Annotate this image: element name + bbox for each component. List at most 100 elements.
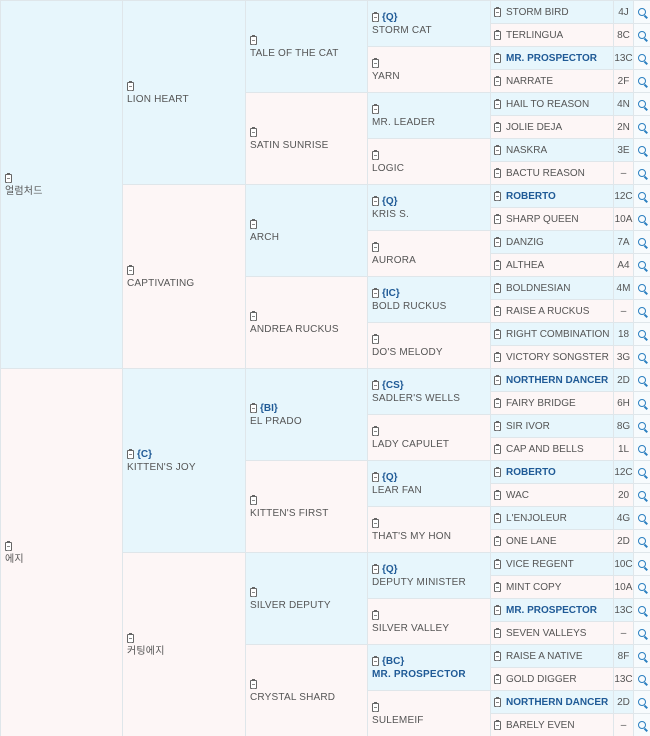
pedigree-gen3-horse[interactable]: {BI} EL PRADO — [245, 368, 367, 460]
horse-name[interactable]: SIR IVOR — [506, 421, 550, 432]
pedigree-gen1-horse[interactable]: 얼럼처드 — [0, 0, 122, 368]
pedigree-gen5-horse[interactable]: L'ENJOLEUR — [490, 506, 613, 529]
clipboard-icon[interactable] — [372, 103, 379, 114]
horse-name[interactable]: ARCH — [250, 231, 367, 244]
pedigree-gen4-horse[interactable]: SULEMEIF — [367, 690, 490, 736]
search-button[interactable] — [633, 207, 650, 230]
clipboard-icon[interactable] — [494, 627, 501, 638]
pedigree-gen2-horse[interactable]: LION HEART — [122, 0, 245, 184]
horse-name[interactable]: LADY CAPULET — [372, 438, 490, 451]
clipboard-icon[interactable] — [372, 195, 379, 206]
search-button[interactable] — [633, 506, 650, 529]
clipboard-icon[interactable] — [250, 310, 257, 321]
pedigree-gen3-horse[interactable]: ANDREA RUCKUS — [245, 276, 367, 368]
clipboard-icon[interactable] — [494, 466, 501, 477]
pedigree-gen5-horse[interactable]: BOLDNESIAN — [490, 276, 613, 299]
horse-name[interactable]: SILVER DEPUTY — [250, 599, 367, 612]
search-button[interactable] — [633, 391, 650, 414]
pedigree-gen5-horse[interactable]: VICE REGENT — [490, 552, 613, 575]
clipboard-icon[interactable] — [494, 535, 501, 546]
search-button[interactable] — [633, 667, 650, 690]
pedigree-gen5-horse[interactable]: BACTU REASON — [490, 161, 613, 184]
horse-name[interactable]: KITTEN'S FIRST — [250, 507, 367, 520]
search-button[interactable] — [633, 253, 650, 276]
pedigree-gen5-horse[interactable]: SIR IVOR — [490, 414, 613, 437]
pedigree-gen5-horse[interactable]: MR. PROSPECTOR — [490, 46, 613, 69]
clipboard-icon[interactable] — [494, 696, 501, 707]
clipboard-icon[interactable] — [494, 650, 501, 661]
clipboard-icon[interactable] — [250, 678, 257, 689]
pedigree-gen5-horse[interactable]: GOLD DIGGER — [490, 667, 613, 690]
clipboard-icon[interactable] — [494, 282, 501, 293]
pedigree-gen4-horse[interactable]: AURORA — [367, 230, 490, 276]
clipboard-icon[interactable] — [5, 172, 12, 183]
clipboard-icon[interactable] — [5, 540, 12, 551]
pedigree-gen4-horse[interactable]: {Q} KRIS S. — [367, 184, 490, 230]
horse-name[interactable]: ROBERTO — [506, 467, 556, 478]
horse-name[interactable]: SATIN SUNRISE — [250, 139, 367, 152]
pedigree-gen3-horse[interactable]: TALE OF THE CAT — [245, 0, 367, 92]
pedigree-gen4-horse[interactable]: {BC} MR. PROSPECTOR — [367, 644, 490, 690]
horse-name[interactable]: LION HEART — [127, 93, 245, 106]
pedigree-gen5-horse[interactable]: RIGHT COMBINATION — [490, 322, 613, 345]
clipboard-icon[interactable] — [250, 126, 257, 137]
pedigree-gen3-horse[interactable]: CRYSTAL SHARD — [245, 644, 367, 736]
horse-name[interactable]: LEAR FAN — [372, 484, 490, 497]
horse-name[interactable]: KITTEN'S JOY — [127, 461, 245, 474]
clipboard-icon[interactable] — [494, 351, 501, 362]
horse-name[interactable]: ROBERTO — [506, 191, 556, 202]
pedigree-gen5-horse[interactable]: DANZIG — [490, 230, 613, 253]
pedigree-gen4-horse[interactable]: THAT'S MY HON — [367, 506, 490, 552]
horse-name[interactable]: BOLD RUCKUS — [372, 300, 490, 313]
horse-name[interactable]: ANDREA RUCKUS — [250, 323, 367, 336]
clipboard-icon[interactable] — [250, 402, 257, 413]
horse-name[interactable]: MR. PROSPECTOR — [506, 53, 597, 64]
horse-name[interactable]: MR. LEADER — [372, 116, 490, 129]
pedigree-gen4-horse[interactable]: LOGIC — [367, 138, 490, 184]
horse-name[interactable]: HAIL TO REASON — [506, 99, 589, 110]
clipboard-icon[interactable] — [494, 374, 501, 385]
horse-name[interactable]: NORTHERN DANCER — [506, 375, 608, 386]
clipboard-icon[interactable] — [494, 512, 501, 523]
pedigree-gen5-horse[interactable]: BARELY EVEN — [490, 713, 613, 736]
clipboard-icon[interactable] — [494, 259, 501, 270]
pedigree-gen5-horse[interactable]: RAISE A RUCKUS — [490, 299, 613, 322]
horse-name[interactable]: NASKRA — [506, 145, 547, 156]
clipboard-icon[interactable] — [494, 167, 501, 178]
pedigree-gen3-horse[interactable]: SATIN SUNRISE — [245, 92, 367, 184]
pedigree-gen5-horse[interactable]: STORM BIRD — [490, 0, 613, 23]
pedigree-gen3-horse[interactable]: KITTEN'S FIRST — [245, 460, 367, 552]
pedigree-gen4-horse[interactable]: {Q} STORM CAT — [367, 0, 490, 46]
search-button[interactable] — [633, 598, 650, 621]
pedigree-gen2-horse[interactable]: CAPTIVATING — [122, 184, 245, 368]
clipboard-icon[interactable] — [494, 420, 501, 431]
clipboard-icon[interactable] — [250, 494, 257, 505]
pedigree-gen5-horse[interactable]: HAIL TO REASON — [490, 92, 613, 115]
horse-name[interactable]: DO'S MELODY — [372, 346, 490, 359]
clipboard-icon[interactable] — [494, 236, 501, 247]
horse-name[interactable]: KRIS S. — [372, 208, 490, 221]
pedigree-gen1-horse[interactable]: 에지 — [0, 368, 122, 736]
clipboard-icon[interactable] — [494, 443, 501, 454]
pedigree-gen4-horse[interactable]: LADY CAPULET — [367, 414, 490, 460]
pedigree-gen5-horse[interactable]: MINT COPY — [490, 575, 613, 598]
pedigree-gen4-horse[interactable]: {Q} LEAR FAN — [367, 460, 490, 506]
search-button[interactable] — [633, 92, 650, 115]
search-button[interactable] — [633, 460, 650, 483]
search-button[interactable] — [633, 299, 650, 322]
pedigree-gen4-horse[interactable]: {CS} SADLER'S WELLS — [367, 368, 490, 414]
pedigree-gen5-horse[interactable]: JOLIE DEJA — [490, 115, 613, 138]
clipboard-icon[interactable] — [127, 632, 134, 643]
clipboard-icon[interactable] — [372, 241, 379, 252]
horse-name[interactable]: SHARP QUEEN — [506, 214, 579, 225]
pedigree-gen5-horse[interactable]: NARRATE — [490, 69, 613, 92]
pedigree-gen5-horse[interactable]: ONE LANE — [490, 529, 613, 552]
horse-name[interactable]: DEPUTY MINISTER — [372, 576, 490, 589]
search-button[interactable] — [633, 46, 650, 69]
horse-name[interactable]: L'ENJOLEUR — [506, 513, 567, 524]
search-button[interactable] — [633, 161, 650, 184]
search-button[interactable] — [633, 644, 650, 667]
horse-name[interactable]: 얼럼처드 — [5, 185, 122, 198]
search-button[interactable] — [633, 529, 650, 552]
horse-name[interactable]: SEVEN VALLEYS — [506, 628, 586, 639]
